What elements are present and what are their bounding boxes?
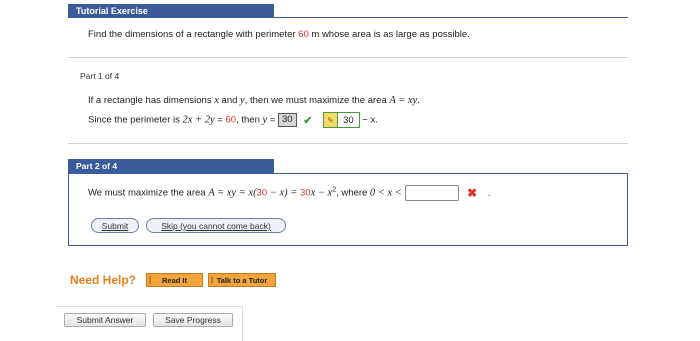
task-text-after: m whose area is as large as possible.: [308, 29, 470, 40]
answer-key-value: 30: [343, 114, 354, 126]
part1-line2-eq: =: [214, 114, 226, 126]
part2-header: Part 2 of 4: [68, 159, 274, 173]
part2-text2: , where: [336, 187, 370, 199]
divider-2: [68, 143, 628, 144]
part1-line1-text: If a rectangle has dimensions: [88, 95, 215, 106]
task-perimeter-value: 60: [298, 29, 309, 40]
part1-label: Part 1 of 4: [80, 71, 120, 81]
read-it-button[interactable]: Read It: [146, 273, 203, 287]
submit-answer-button[interactable]: Submit Answer: [64, 313, 146, 327]
need-help-label: Need Help?: [70, 273, 137, 287]
answer-input[interactable]: [404, 185, 459, 201]
part2-math4: 0 < x <: [369, 187, 402, 199]
task-statement: Find the dimensions of a rectangle with …: [88, 29, 470, 40]
part2-math3: x − x: [310, 187, 333, 199]
part2-red2: 30: [299, 187, 311, 199]
divider: [68, 57, 628, 58]
part1-line2-text: Since the perimeter is: [88, 114, 183, 126]
part1-line1-rest: , then we must maximize the area: [244, 95, 390, 106]
area-formula: A = xy: [389, 95, 418, 106]
perimeter-value: 60: [225, 114, 237, 126]
cross-icon: ✖: [467, 186, 478, 200]
part1-line2-then: , then: [236, 114, 263, 126]
part2-text1: We must maximize the area: [88, 187, 209, 199]
exercise-header: Tutorial Exercise: [68, 4, 274, 18]
talk-tutor-button[interactable]: Talk to a Tutor: [208, 273, 276, 287]
part2-panel: [68, 173, 628, 246]
answer-key-box: ✎ 30: [323, 112, 360, 128]
part2-red1: 30: [256, 187, 268, 199]
part1-line1-end: .: [417, 95, 420, 106]
submit-button[interactable]: Submit: [91, 218, 139, 233]
part2-math2: − x) =: [267, 187, 300, 199]
part1-line2: Since the perimeter is 2x + 2y = 60, the…: [88, 112, 378, 128]
skip-button[interactable]: Skip (you cannot come back): [146, 218, 286, 233]
save-progress-button[interactable]: Save Progress: [153, 313, 233, 327]
part2-question: We must maximize the area A = xy = x(30 …: [88, 185, 491, 201]
check-icon: ✔: [303, 114, 313, 127]
part2-math1: A = xy = x(: [208, 187, 257, 199]
answer-field[interactable]: 30: [278, 113, 297, 127]
part1-and: and: [218, 95, 241, 106]
header-rule: [68, 17, 628, 18]
part1-line2-tail: − x.: [362, 114, 378, 126]
part2-tail: .: [487, 187, 491, 199]
perimeter-formula: 2x + 2y: [182, 114, 215, 126]
part1-line1: If a rectangle has dimensions x and y, t…: [88, 95, 420, 106]
part1-line2-eq2: =: [267, 114, 278, 126]
task-text-before: Find the dimensions of a rectangle with …: [88, 29, 299, 40]
key-icon: ✎: [324, 113, 339, 127]
